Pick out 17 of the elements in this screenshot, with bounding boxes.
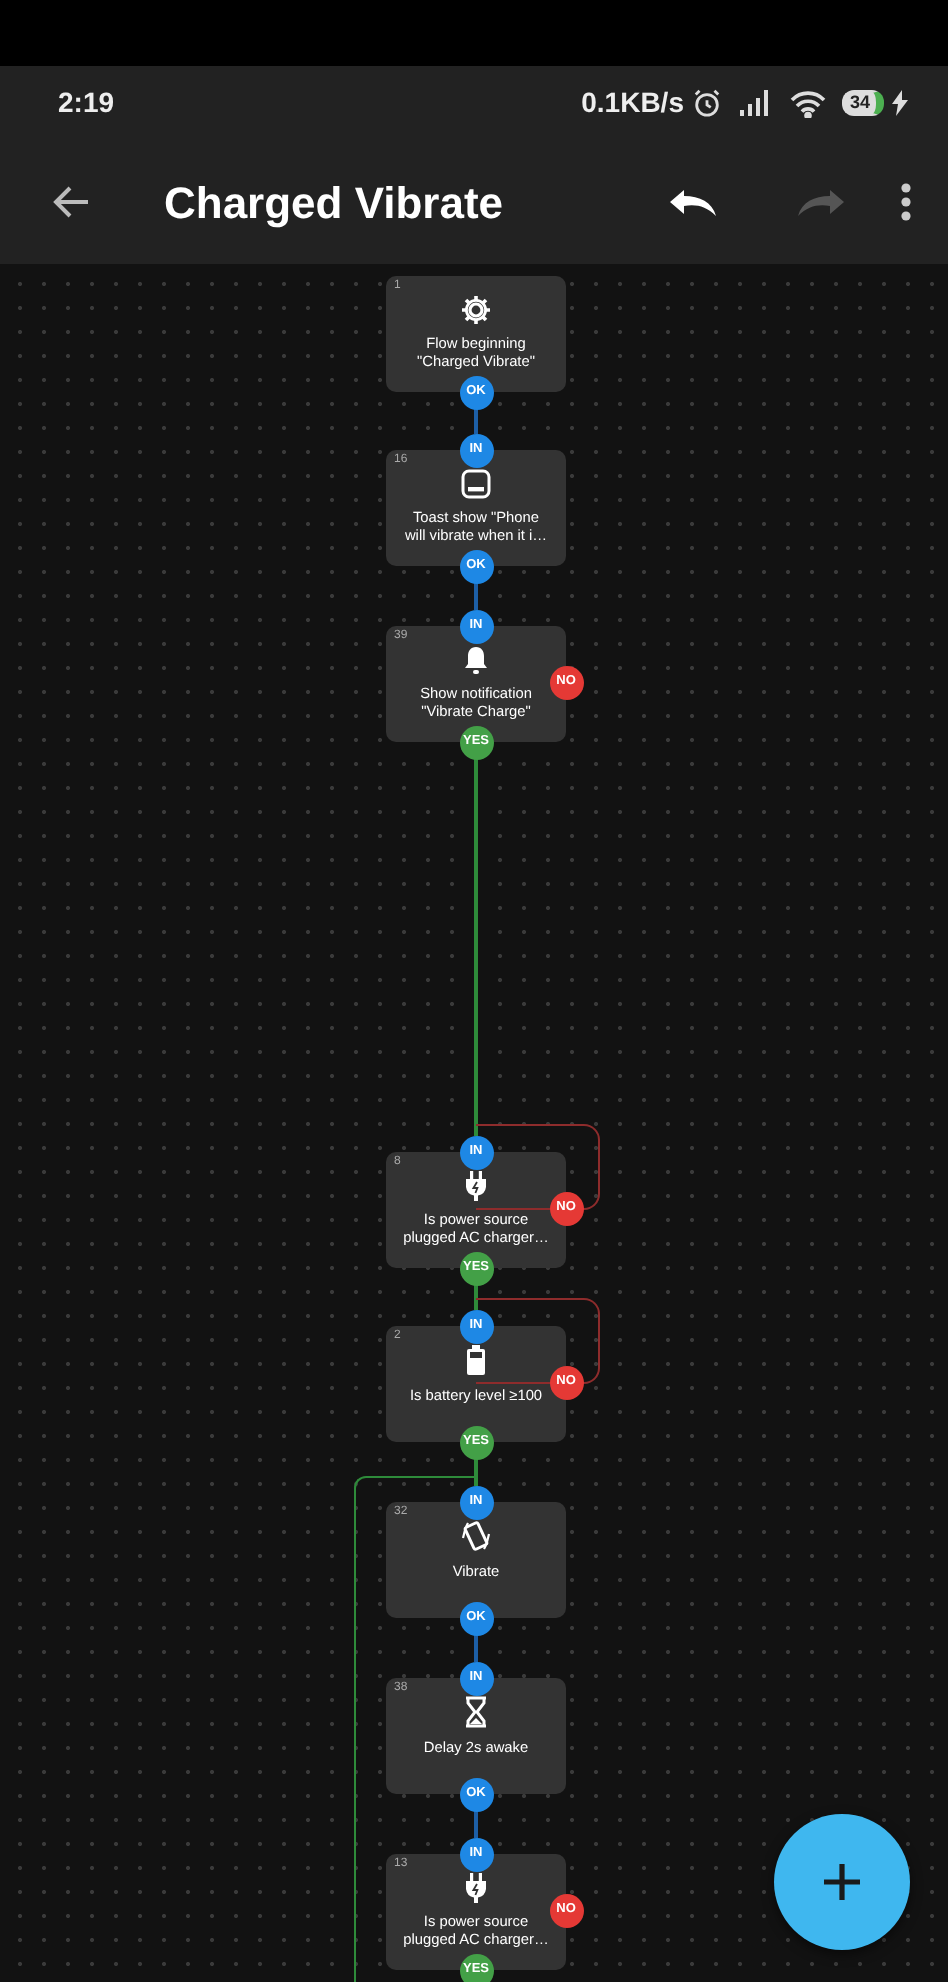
network-speed-text: 0.1KB/s bbox=[581, 84, 684, 122]
plug-icon bbox=[460, 1170, 492, 1202]
charging-bolt-icon bbox=[892, 90, 908, 116]
toast-icon bbox=[460, 468, 492, 500]
wifi-icon bbox=[789, 89, 826, 117]
signal-icon bbox=[737, 90, 774, 116]
battery-icon: 34 bbox=[841, 90, 884, 116]
bell-icon bbox=[460, 644, 492, 676]
gear-icon bbox=[460, 294, 492, 326]
alarm-icon bbox=[691, 88, 722, 118]
plug-icon bbox=[460, 1872, 492, 1904]
more-icon bbox=[900, 182, 912, 222]
vibrating-phone-icon bbox=[460, 1520, 492, 1552]
clock-text: 2:19 bbox=[58, 84, 115, 122]
plus-icon bbox=[820, 1860, 864, 1904]
hourglass-icon bbox=[460, 1696, 492, 1728]
screen-title: Charged Vibrate bbox=[164, 175, 504, 232]
